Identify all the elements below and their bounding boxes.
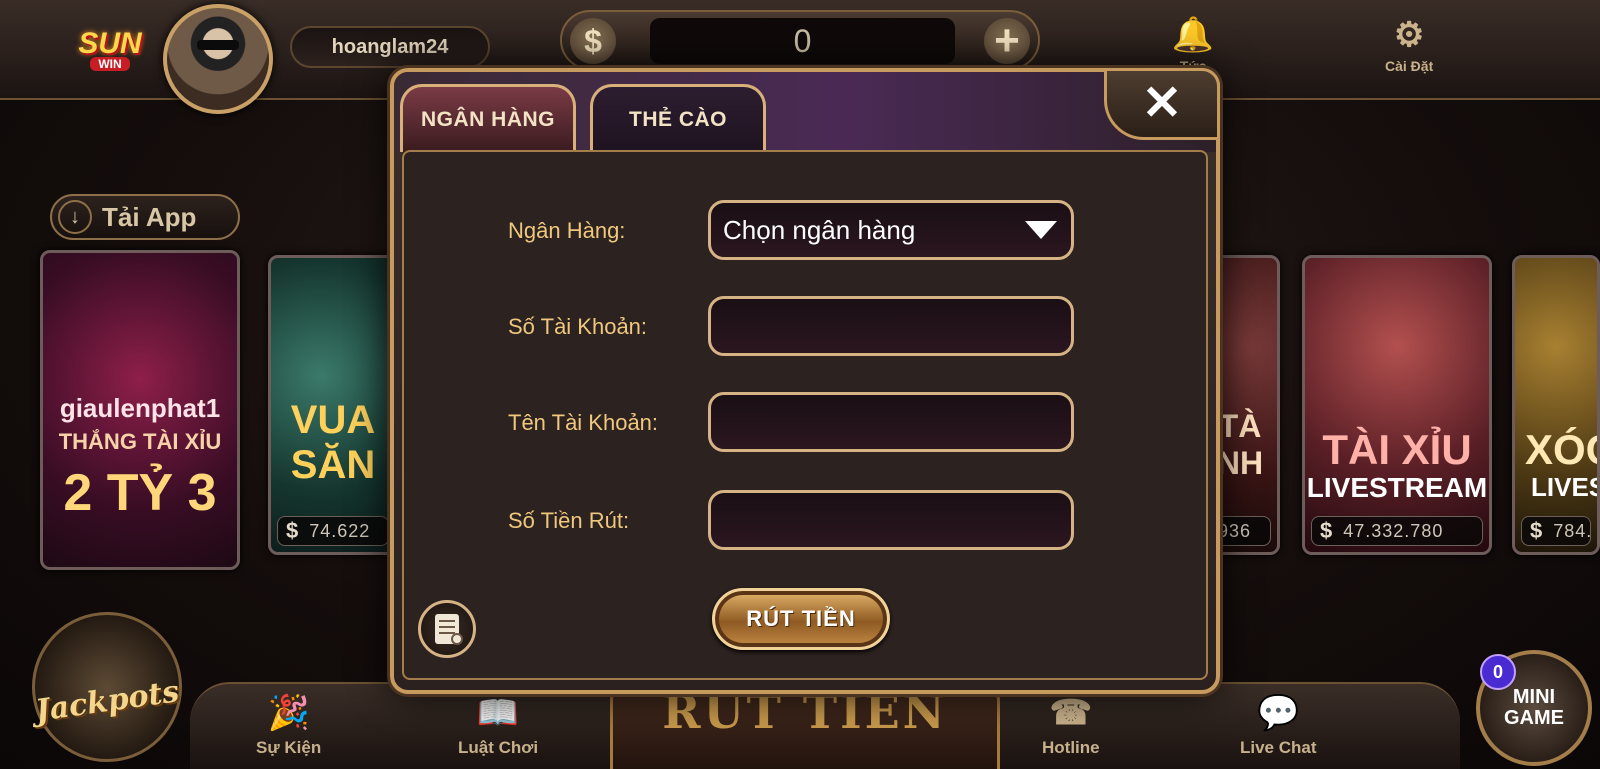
- xoc-title: XÓC: [1525, 426, 1597, 473]
- game-card-vua-san[interactable]: VUA SĂN $ 74.622: [268, 255, 398, 555]
- balance-amount: 0: [650, 18, 955, 64]
- xoc-price: 784.: [1553, 520, 1593, 541]
- download-app-button[interactable]: ↓ Tải App: [50, 194, 240, 240]
- account-number-field[interactable]: [708, 296, 1074, 356]
- withdraw-amount-field[interactable]: [708, 490, 1074, 550]
- download-icon: ↓: [58, 200, 92, 234]
- username-display: hoanglam24: [290, 26, 490, 68]
- account-number-label: Số Tài Khoản:: [508, 314, 648, 339]
- modal-body: Ngân Hàng: Chọn ngân hàng Số Tài Khoản: …: [402, 150, 1208, 680]
- dollar-icon: $: [286, 518, 300, 543]
- party-popper-icon: 🎉: [267, 694, 310, 732]
- game-card-promo[interactable]: giaulenphat1 THẮNG TÀI XỈU 2 TỶ 3: [40, 250, 240, 570]
- close-icon: ✕: [1141, 77, 1183, 130]
- jackpots-label: Jackpots: [33, 674, 181, 729]
- chat-bubbles-icon: 💬: [1257, 694, 1300, 732]
- account-number-row: Số Tài Khoản:: [404, 296, 1206, 360]
- bank-select-value: Chọn ngân hàng: [723, 214, 916, 245]
- telephone-icon: ☎: [1049, 694, 1092, 732]
- close-button[interactable]: ✕: [1104, 68, 1220, 140]
- nav-events-label: Sự Kiện: [256, 738, 322, 757]
- logo-sub: WIN: [90, 57, 130, 71]
- vua-san-jackpot: $ 74.622: [277, 516, 389, 546]
- account-name-field[interactable]: [708, 392, 1074, 452]
- livestream-title: LIVESTREAM: [1306, 472, 1488, 503]
- minigame-button[interactable]: 0 MINI GAME: [1476, 650, 1592, 766]
- nav-events[interactable]: 🎉 Sự Kiện: [256, 688, 321, 758]
- bank-label: Ngân Hàng:: [508, 218, 626, 243]
- sunwin-logo: SUN WIN: [70, 14, 150, 84]
- dollar-icon: $: [1530, 518, 1544, 543]
- history-button[interactable]: [418, 600, 476, 658]
- nav-rules[interactable]: 📖 Luật Chơi: [458, 688, 538, 758]
- tai-xiu-title: TÀI XỈU: [1322, 426, 1472, 473]
- logo-text: SUN: [78, 27, 142, 60]
- tai-xiu-jackpot: $ 47.332.780: [1311, 516, 1483, 546]
- nav-rules-label: Luật Chơi: [458, 738, 539, 757]
- xoc-livest-title: LIVEST: [1531, 472, 1597, 502]
- clock-icon: [451, 633, 463, 645]
- avatar[interactable]: [163, 4, 273, 114]
- promo-line2: THẮNG TÀI XỈU: [58, 429, 222, 454]
- balance-bar: $ 0 +: [560, 10, 1040, 70]
- promo-line3: 2 TỶ 3: [63, 464, 217, 522]
- withdraw-amount-row: Số Tiền Rút:: [404, 490, 1206, 554]
- promo-line1: giaulenphat1: [59, 393, 221, 423]
- vua-san-title: VUA SĂN: [290, 398, 376, 487]
- tab-bank[interactable]: NGÂN HÀNG: [400, 84, 576, 152]
- nav-news[interactable]: 🔔 Tức: [1170, 12, 1216, 74]
- nav-settings-label: Cài Đặt: [1385, 58, 1434, 74]
- caret-down-icon: [1025, 221, 1057, 239]
- bell-icon: 🔔: [1171, 16, 1215, 54]
- bank-select[interactable]: Chọn ngân hàng: [708, 200, 1074, 260]
- nav-hotline-label: Hotline: [1042, 738, 1100, 757]
- dollar-icon: $: [1320, 518, 1334, 543]
- add-funds-button[interactable]: +: [984, 18, 1030, 64]
- minigame-line1: MINI: [1512, 686, 1556, 708]
- minigame-line2: GAME: [1504, 707, 1564, 729]
- game-card-xoc-livest[interactable]: XÓC LIVEST $ 784.: [1512, 255, 1600, 555]
- tai-xiu-price: 47.332.780: [1343, 520, 1444, 541]
- account-name-row: Tên Tài Khoản:: [404, 392, 1206, 456]
- minigame-badge: 0: [1480, 654, 1516, 690]
- vua-san-price: 74.622: [309, 520, 371, 541]
- gear-icon: ⚙: [1393, 16, 1425, 54]
- download-app-label: Tải App: [102, 201, 197, 232]
- modal-header: NGÂN HÀNG THẺ CÀO ✕: [394, 68, 1220, 152]
- xoc-jackpot: $ 784.: [1521, 516, 1591, 546]
- nav-live-chat-label: Live Chat: [1240, 738, 1317, 757]
- jackpots-button[interactable]: Jackpots: [32, 612, 182, 762]
- rulebook-icon: 📖: [476, 694, 520, 732]
- bank-row: Ngân Hàng: Chọn ngân hàng: [404, 200, 1206, 264]
- ta-nh-price: 936: [1218, 520, 1252, 541]
- nav-hotline[interactable]: ☎ Hotline: [1042, 688, 1100, 758]
- game-card-tai-xiu-livestream[interactable]: TÀI XỈU LIVESTREAM $ 47.332.780: [1302, 255, 1492, 555]
- withdraw-amount-label: Số Tiền Rút:: [508, 508, 630, 533]
- withdraw-modal: NGÂN HÀNG THẺ CÀO ✕ Ngân Hàng: Chọn ngân…: [390, 68, 1220, 694]
- tab-card[interactable]: THẺ CÀO: [590, 84, 766, 152]
- account-name-label: Tên Tài Khoản:: [508, 410, 659, 435]
- nav-settings[interactable]: ⚙ Cài Đặt: [1385, 12, 1433, 74]
- nav-live-chat[interactable]: 💬 Live Chat: [1240, 688, 1317, 758]
- dollar-icon: $: [570, 18, 616, 64]
- withdraw-submit-button[interactable]: RÚT TIỀN: [712, 588, 890, 650]
